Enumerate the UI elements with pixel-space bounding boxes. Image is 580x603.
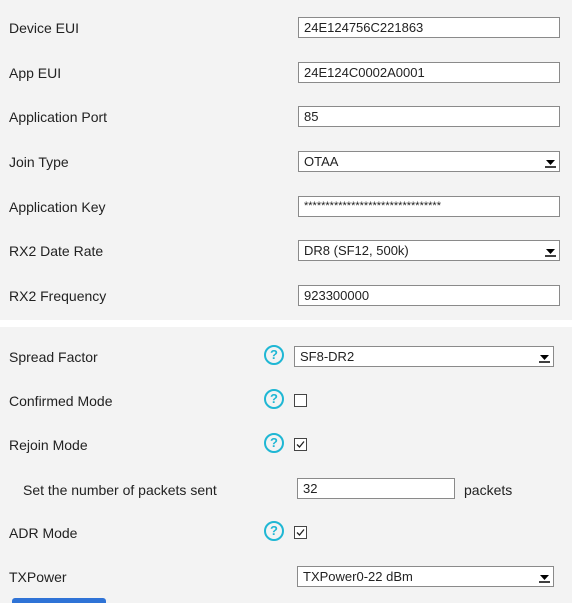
tx-power-label: TXPower	[9, 569, 67, 585]
application-key-label: Application Key	[9, 199, 106, 215]
packets-sent-label: Set the number of packets sent	[23, 482, 217, 498]
help-icon[interactable]: ?	[264, 521, 284, 541]
chevron-down-icon[interactable]	[542, 241, 559, 260]
help-icon[interactable]: ?	[264, 389, 284, 409]
tx-power-select[interactable]: TXPower0-22 dBm	[297, 566, 554, 587]
join-type-select[interactable]: OTAA	[298, 151, 560, 172]
rx2-data-rate-label: RX2 Date Rate	[9, 243, 104, 259]
rx2-data-rate-select[interactable]: DR8 (SF12, 500k)	[298, 240, 560, 261]
chevron-down-icon[interactable]	[536, 347, 553, 366]
chevron-down-icon[interactable]	[542, 152, 559, 171]
save-button[interactable]	[12, 598, 106, 603]
application-port-label: Application Port	[9, 109, 108, 125]
packets-sent-field[interactable]: 32	[297, 478, 455, 499]
spread-factor-select[interactable]: SF8-DR2	[294, 346, 554, 367]
rx2-frequency-label: RX2 Frequency	[9, 288, 107, 304]
spread-factor-label: Spread Factor	[9, 349, 98, 365]
rx2-frequency-field[interactable]: 923300000	[298, 285, 560, 306]
application-port-field[interactable]: 85	[298, 106, 560, 127]
rejoin-mode-label: Rejoin Mode	[9, 437, 88, 453]
chevron-down-icon[interactable]	[536, 567, 553, 586]
checkmark-icon	[296, 529, 305, 536]
confirmed-mode-label: Confirmed Mode	[9, 393, 113, 409]
join-type-label: Join Type	[9, 154, 69, 170]
device-eui-label: Device EUI	[9, 20, 80, 36]
adr-mode-label: ADR Mode	[9, 525, 78, 541]
device-eui-field[interactable]: 24E124756C221863	[298, 17, 560, 38]
app-eui-field[interactable]: 24E124C0002A0001	[298, 62, 560, 83]
advanced-settings-panel: Spread Factor ? SF8-DR2 Confirmed Mode ?…	[0, 327, 572, 603]
application-key-field[interactable]: ********************************	[298, 196, 560, 217]
spread-factor-value: SF8-DR2	[300, 349, 355, 364]
join-type-value: OTAA	[304, 154, 339, 169]
lorawan-settings-panel: Device EUI 24E124756C221863 App EUI 24E1…	[0, 0, 572, 320]
help-icon[interactable]: ?	[264, 433, 284, 453]
checkmark-icon	[296, 441, 305, 448]
help-icon[interactable]: ?	[264, 345, 284, 365]
rx2-data-rate-value: DR8 (SF12, 500k)	[304, 243, 409, 258]
adr-mode-checkbox[interactable]	[294, 526, 307, 539]
tx-power-value: TXPower0-22 dBm	[303, 569, 413, 584]
app-eui-label: App EUI	[9, 65, 62, 81]
confirmed-mode-checkbox[interactable]	[294, 394, 307, 407]
packets-unit: packets	[464, 482, 513, 498]
rejoin-mode-checkbox[interactable]	[294, 438, 307, 451]
